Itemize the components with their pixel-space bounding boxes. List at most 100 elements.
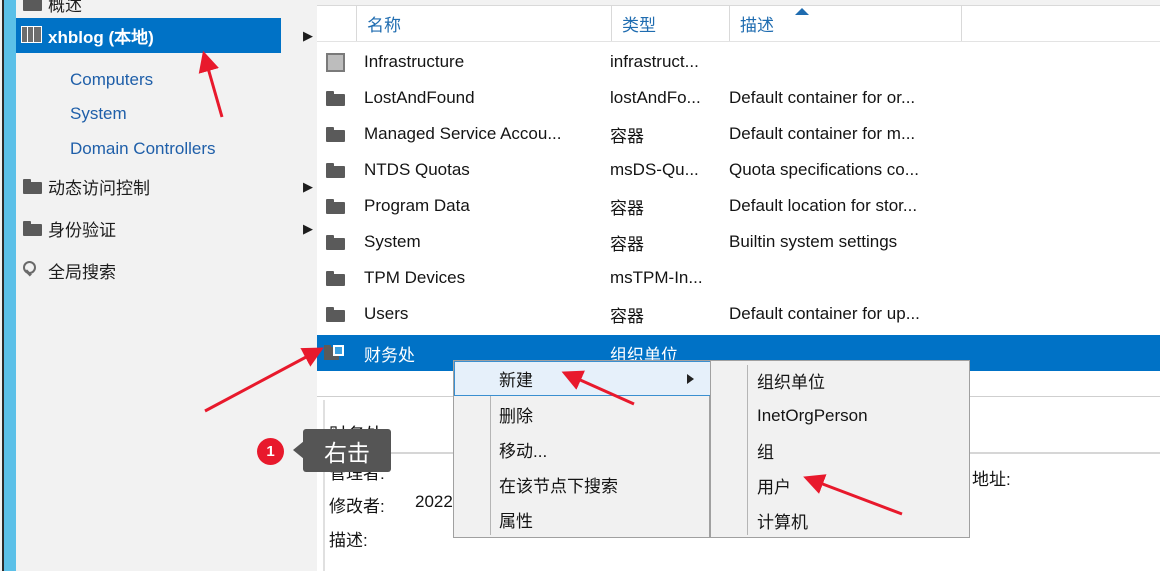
row-type: 容器 [610,198,644,218]
folder-icon [324,162,346,178]
detail-field-modified-value: 2022/ [415,492,458,511]
row-type: msDS-Qu... [610,160,699,179]
context-menu-item-search-under-node[interactable]: 在该节点下搜索 [455,467,710,502]
row-name: Program Data [364,196,470,215]
search-icon [16,260,48,281]
detail-pane-left-rail [323,400,325,571]
tooltip-right-click: 右击 [303,429,391,472]
folder-icon [324,126,346,142]
row-description: Default container for or... [729,88,916,107]
sidebar-item-computers[interactable]: Computers [16,62,281,97]
navigation-panel: 概述 xhblog (本地) ▶ Computers System Domain… [0,0,317,571]
context-menu-item-move[interactable]: 移动... [455,432,710,467]
row-type: 容器 [610,234,644,254]
column-header-type[interactable]: 类型 [611,6,729,41]
row-name: TPM Devices [364,268,466,287]
table-row[interactable]: LostAndFound lostAndFo... Default contai… [317,83,1160,113]
column-header-label: 描述 [740,16,774,35]
ou-icon [324,344,346,362]
context-submenu-item-inetorgperson[interactable]: InetOrgPerson [711,398,969,433]
chevron-right-icon-xhblog[interactable]: ▶ [301,18,315,53]
table-row[interactable]: Managed Service Accou... 容器 Default cont… [317,119,1160,149]
table-row[interactable]: TPM Devices msTPM-In... [317,263,1160,293]
sidebar-item-label: Computers [70,69,154,89]
sidebar-item-label: Domain Controllers [70,138,216,158]
overview-icon [16,0,48,11]
grey-square-icon [324,52,346,72]
row-description: Default container for up... [729,304,920,323]
context-menu-item-new[interactable]: 新建 [454,361,711,396]
context-submenu[interactable]: 组织单位 InetOrgPerson 组 用户 计算机 [710,360,970,538]
tooltip-label: 右击 [324,439,370,466]
sidebar-item-dynamic-access-control[interactable]: 动态访问控制 [16,169,281,204]
row-name: Infrastructure [364,52,465,71]
row-name: 财务处 [364,345,415,365]
row-type: lostAndFo... [610,88,701,107]
context-menu-item-label: 移动... [499,442,548,461]
sidebar-item-label: xhblog (本地) [48,28,154,47]
row-description: Default location for stor... [729,196,918,215]
row-type: 容器 [610,306,644,326]
column-header-name[interactable]: 名称 [356,6,611,41]
sidebar-item-label: 全局搜索 [48,263,116,282]
nav-tree: 概述 xhblog (本地) ▶ Computers System Domain… [16,0,317,571]
screenshot-root: 概述 xhblog (本地) ▶ Computers System Domain… [0,0,1160,571]
context-submenu-item-computer[interactable]: 计算机 [711,503,969,538]
sidebar-item-system[interactable]: System [16,96,281,131]
sidebar-item-xhblog[interactable]: xhblog (本地) [16,18,281,53]
row-name: Managed Service Accou... [364,124,562,143]
sidebar-item-label: System [70,103,127,123]
context-submenu-item-label: 计算机 [757,513,808,532]
sidebar-item-global-search[interactable]: 全局搜索 [16,253,281,288]
sidebar-item-label: 身份验证 [48,221,116,240]
context-menu-item-properties[interactable]: 属性 [455,502,710,537]
context-submenu-item-label: InetOrgPerson [757,405,868,425]
context-submenu-item-label: 用户 [757,478,791,497]
context-menu-item-label: 新建 [499,371,533,390]
folder-icon [324,270,346,286]
column-separator[interactable] [961,6,962,41]
context-menu-item-label: 删除 [499,407,533,426]
chevron-right-icon-auth[interactable]: ▶ [301,211,315,246]
column-header-label: 名称 [367,16,401,35]
folder-icon [324,198,346,214]
folder-icon [324,234,346,250]
detail-field-address-label: 地址: [972,470,1011,489]
row-type: 容器 [610,126,644,146]
column-header-label: 类型 [622,16,656,35]
detail-field-description-label: 描述: [329,531,368,550]
context-submenu-item-organizational-unit[interactable]: 组织单位 [711,363,969,398]
context-menu[interactable]: 新建 删除 移动... 在该节点下搜索 属性 [453,360,711,538]
table-row[interactable]: NTDS Quotas msDS-Qu... Quota specificati… [317,155,1160,185]
folder-icon [16,179,48,194]
context-submenu-item-label: 组 [757,443,774,462]
column-header-description[interactable]: 描述 [729,6,961,41]
row-name: Users [364,304,409,323]
row-name: System [364,232,421,251]
folder-icon [16,221,48,236]
row-name: NTDS Quotas [364,160,470,179]
submenu-arrow-icon [687,374,694,384]
domain-icon [16,26,48,45]
sidebar-item-authentication[interactable]: 身份验证 [16,211,281,246]
context-menu-item-delete[interactable]: 删除 [455,397,710,432]
context-menu-item-label: 属性 [499,512,533,531]
context-submenu-item-label: 组织单位 [757,373,825,392]
header-underline [317,41,1160,42]
table-row[interactable]: System 容器 Builtin system settings [317,227,1160,257]
context-submenu-item-group[interactable]: 组 [711,433,969,468]
context-submenu-item-user[interactable]: 用户 [711,468,969,503]
row-description: Default container for m... [729,124,916,143]
sidebar-item-domain-controllers[interactable]: Domain Controllers [16,131,281,166]
nav-accent-strip [4,0,16,571]
table-row[interactable]: Program Data 容器 Default location for sto… [317,191,1160,221]
detail-field-modified-label: 修改者: [329,497,385,516]
table-row[interactable]: Users 容器 Default container for up... [317,299,1160,329]
context-menu-item-label: 在该节点下搜索 [499,477,618,496]
step-number: 1 [266,443,275,460]
sidebar-item-label: 概述 [48,0,82,15]
row-description: Builtin system settings [729,232,898,251]
table-row[interactable]: Infrastructure infrastruct... [317,47,1160,77]
folder-icon [324,90,346,106]
chevron-right-icon-dac[interactable]: ▶ [301,169,315,204]
